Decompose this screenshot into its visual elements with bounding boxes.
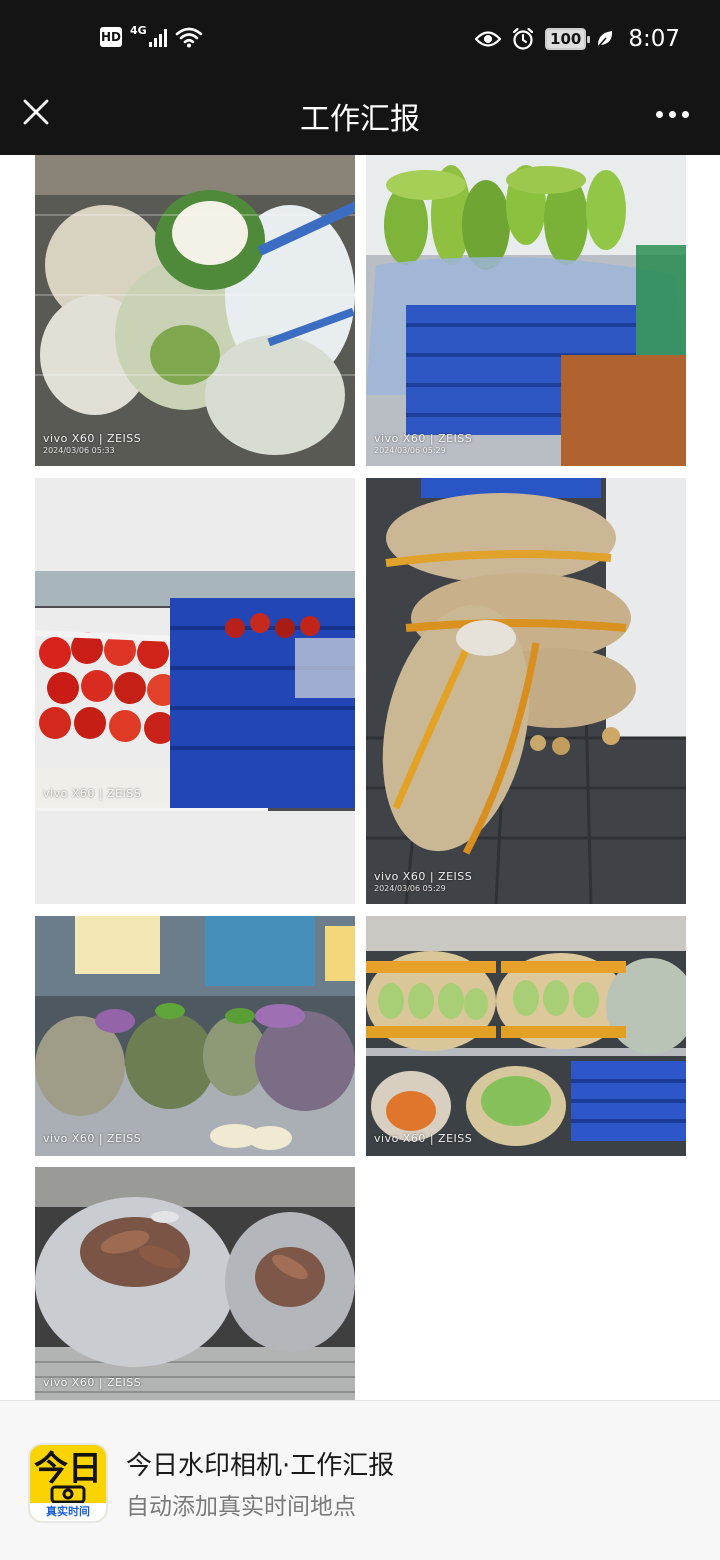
close-button[interactable]: [16, 92, 56, 132]
app-promo-title[interactable]: 今日水印相机·工作汇报: [126, 1445, 394, 1482]
watermark-brand: vivo X60 | ZEISS: [43, 432, 142, 446]
app-icon-caption: 真实时间: [30, 1503, 106, 1521]
photo-potatoes[interactable]: vivo X60 | ZEISS 2024/03/06 05:29: [366, 478, 686, 904]
tomatoes-image: [35, 571, 355, 811]
photo-tomatoes[interactable]: vivo X60 | ZEISS: [35, 478, 355, 904]
watermark-date: 2024/03/06 05:33: [43, 446, 115, 455]
wifi-icon: [175, 27, 202, 48]
potatoes-image: [366, 478, 686, 904]
hd-badge: HD: [100, 27, 122, 47]
cauliflower-image: [35, 155, 355, 466]
watermark-brand: vivo X60 | ZEISS: [374, 1132, 473, 1146]
watermark-brand: vivo X60 | ZEISS: [43, 787, 142, 801]
zucchini-image: [366, 155, 686, 466]
app-promo-subtitle: 自动添加真实时间地点: [126, 1494, 356, 1520]
camera-icon: [50, 1485, 86, 1503]
battery-icon: 100: [545, 28, 591, 50]
photo-watermark: vivo X60 | ZEISS: [43, 787, 141, 801]
app-icon[interactable]: 今日 真实时间: [28, 1443, 108, 1523]
leafy-greens-image: [35, 916, 355, 1156]
signal-icon: [148, 27, 167, 47]
photo-grid: vivo X60 | ZEISS 2024/03/06 05:33 vivo X…: [0, 155, 720, 1400]
status-bar: HD 4G 100 8:07: [0, 0, 720, 80]
watermark-brand: vivo X60 | ZEISS: [374, 870, 473, 884]
alarm-icon: [512, 27, 534, 50]
sweet-potatoes-image: [35, 1167, 355, 1400]
more-icon: [655, 110, 663, 118]
nav-bar: 工作汇报: [0, 80, 720, 155]
photo-watermark: vivo X60 | ZEISS: [43, 1132, 141, 1146]
watermark-brand: vivo X60 | ZEISS: [43, 1132, 142, 1146]
photo-leafy-greens[interactable]: vivo X60 | ZEISS: [35, 916, 355, 1156]
network-type: 4G: [130, 23, 147, 37]
photo-watermark: vivo X60 | ZEISS: [43, 1376, 141, 1390]
photo-watermark: vivo X60 | ZEISS: [374, 1132, 472, 1146]
photo-sweet-potatoes[interactable]: vivo X60 | ZEISS: [35, 1167, 355, 1400]
clock: 8:07: [628, 26, 680, 52]
app-promo-card[interactable]: 今日 真实时间 今日水印相机·工作汇报 自动添加真实时间地点: [0, 1400, 720, 1560]
photo-watermark: vivo X60 | ZEISS 2024/03/06 05:29: [374, 870, 472, 894]
more-button[interactable]: [652, 96, 692, 132]
watermark-date: 2024/03/06 05:29: [374, 446, 446, 455]
page-title: 工作汇报: [300, 102, 420, 137]
watermark-date: 2024/03/06 05:29: [374, 884, 446, 893]
photo-cabbage[interactable]: vivo X60 | ZEISS: [366, 916, 686, 1156]
photo-zucchini[interactable]: vivo X60 | ZEISS 2024/03/06 05:29: [366, 155, 686, 466]
leaf-icon: [597, 31, 613, 48]
status-right: 100 8:07: [475, 26, 680, 52]
watermark-brand: vivo X60 | ZEISS: [43, 1376, 142, 1390]
status-left: HD 4G: [100, 23, 203, 48]
eye-icon: [475, 31, 502, 47]
close-icon: [23, 99, 49, 125]
photo-watermark: vivo X60 | ZEISS 2024/03/06 05:33: [43, 432, 141, 456]
cabbage-image: [366, 916, 686, 1156]
photo-watermark: vivo X60 | ZEISS 2024/03/06 05:29: [374, 432, 472, 456]
watermark-brand: vivo X60 | ZEISS: [374, 432, 473, 446]
battery-level: 100: [550, 30, 582, 48]
photo-cauliflower[interactable]: vivo X60 | ZEISS 2024/03/06 05:33: [35, 155, 355, 466]
